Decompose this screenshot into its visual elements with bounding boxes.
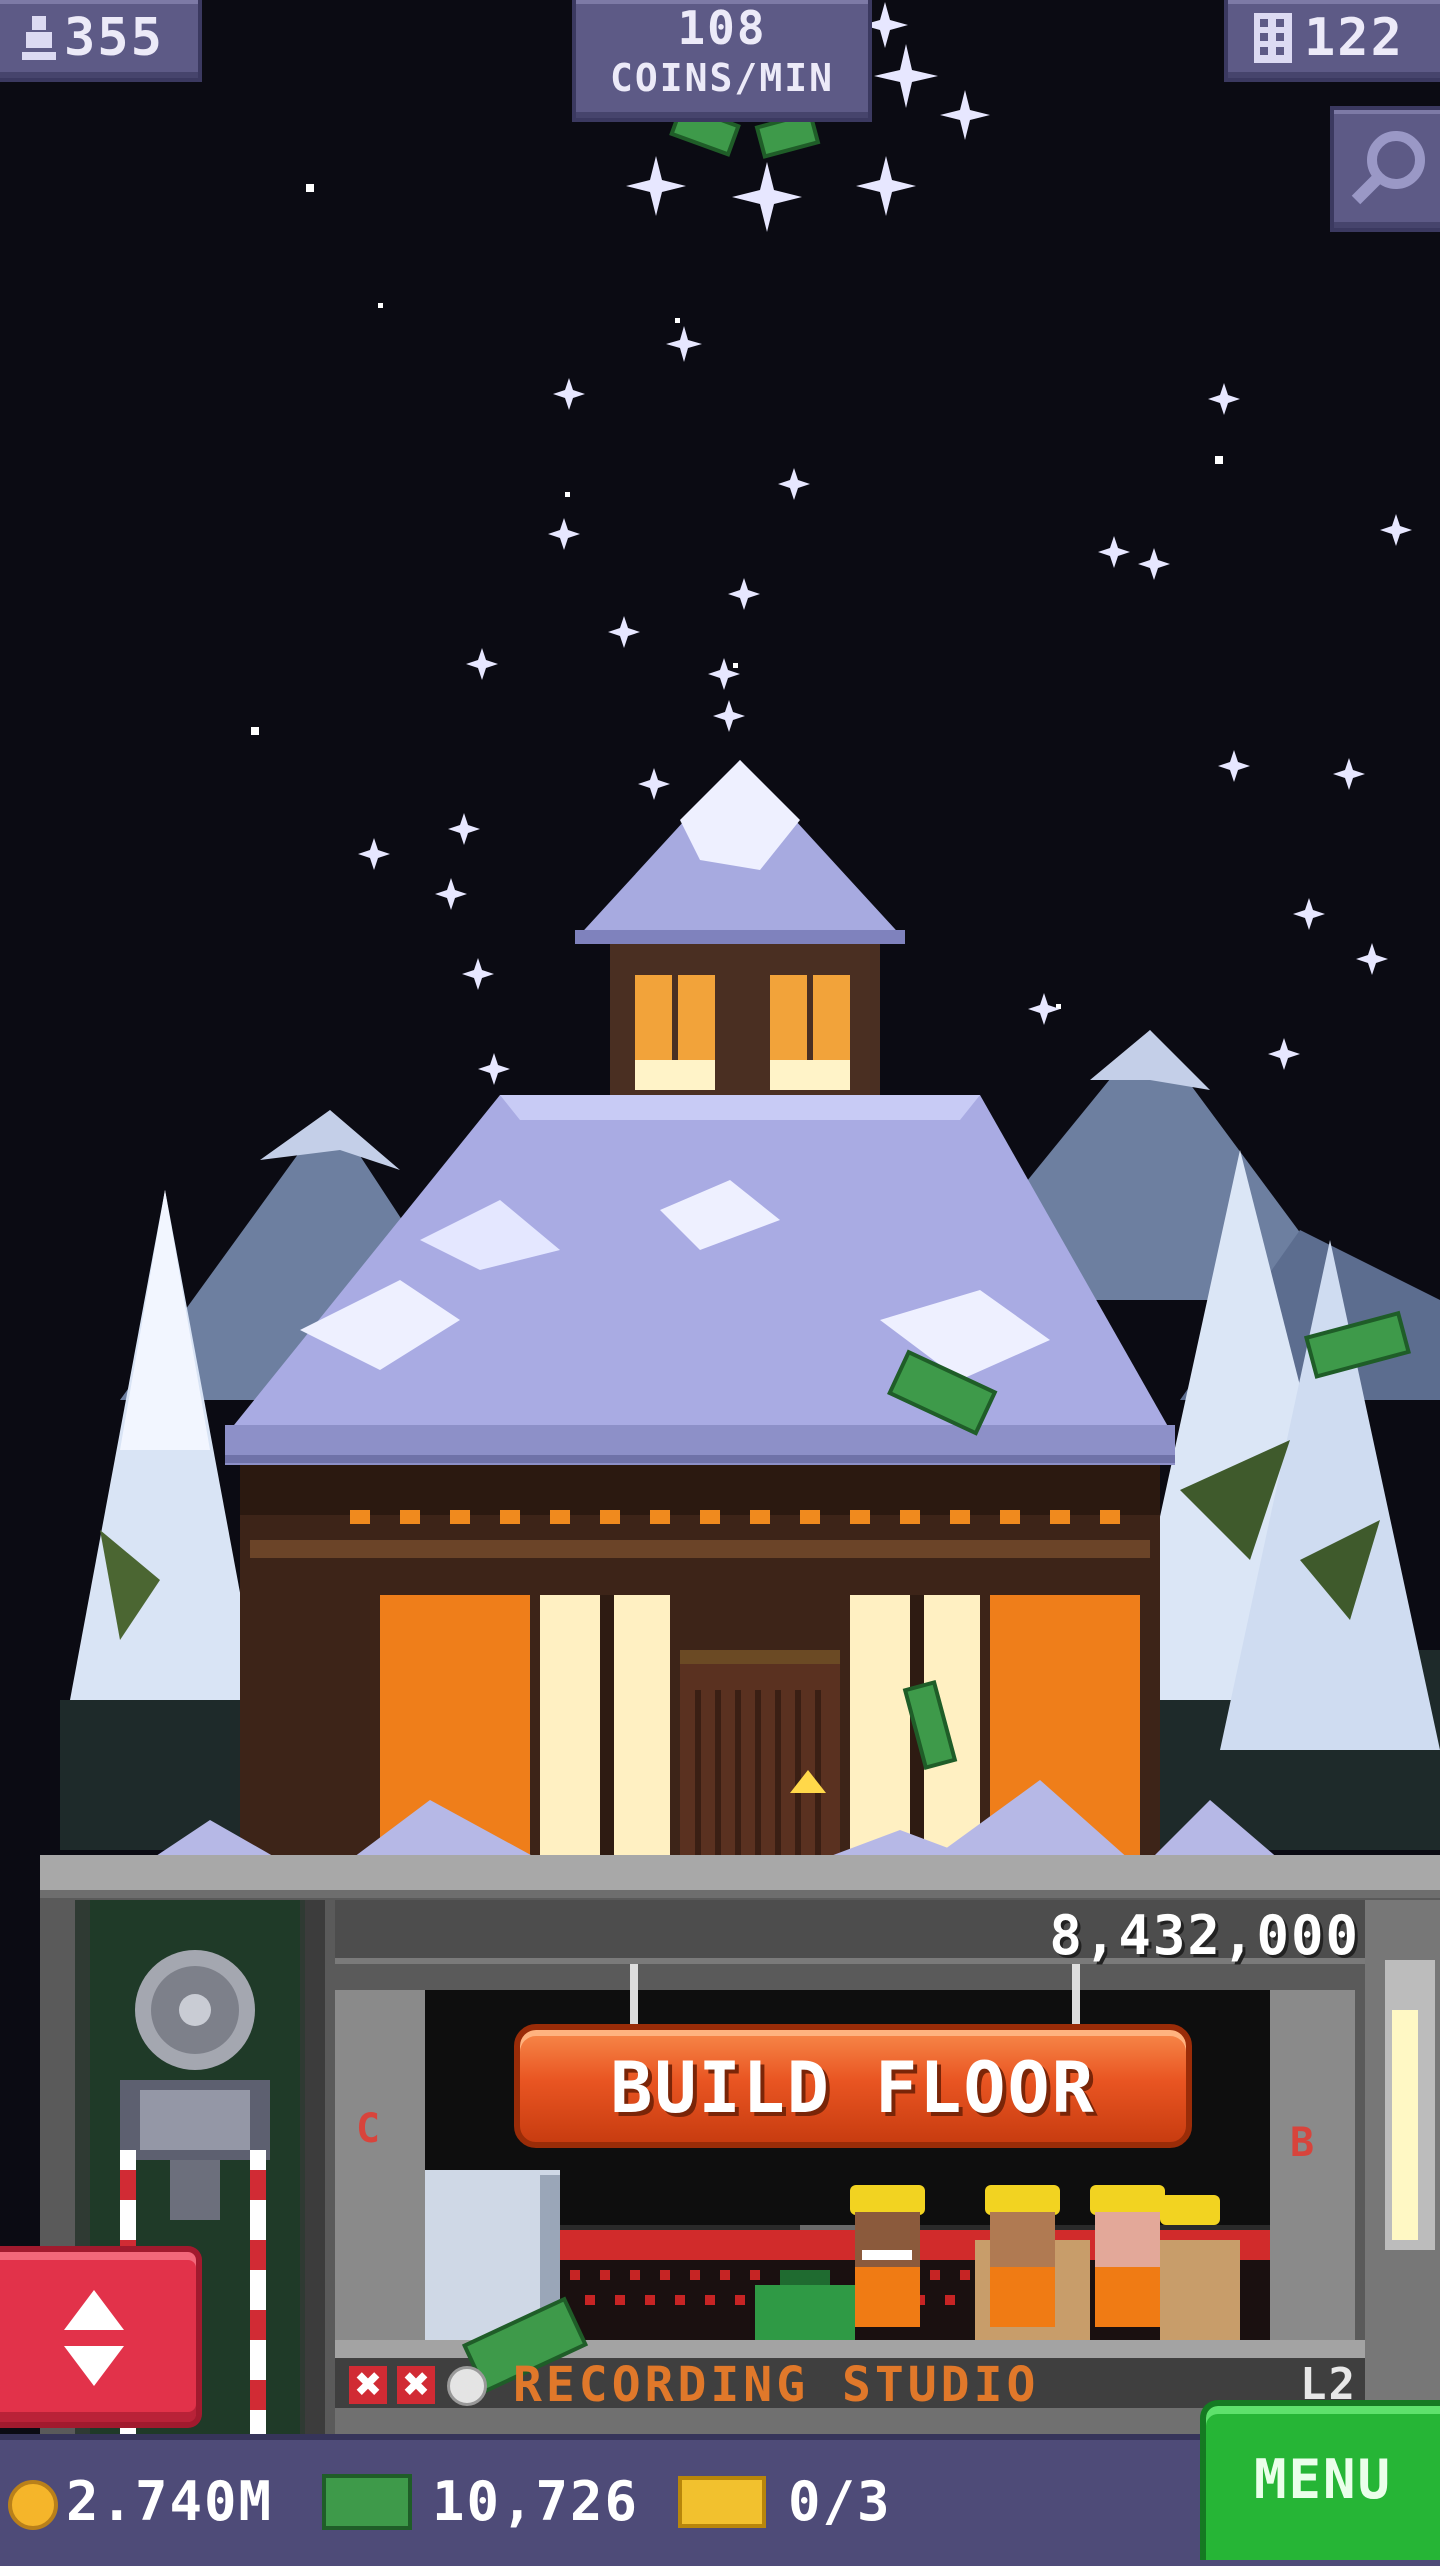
build-sign-hooks [630,1964,638,2024]
zoom-button[interactable] [1330,106,1440,232]
floors-counter[interactable]: 122 [1224,0,1440,82]
build-floor-label: BUILD FLOOR [610,2047,1096,2129]
clock-icon [447,2366,487,2406]
x-icon: ✖ [397,2366,435,2404]
floor-letter-right: B [1290,2120,1317,2166]
person-icon [22,16,56,60]
floor-cost: 8,432,000 [1049,1904,1360,1967]
tickets-value: 0/3 [788,2470,892,2533]
menu-label: MENU [1253,2448,1393,2511]
coins-value: 2.740M [66,2470,274,2533]
bux-icon [322,2474,412,2530]
magnifier-icon [1351,131,1425,205]
elevator-button[interactable] [0,2246,202,2428]
population-value: 355 [64,8,164,68]
x-icon: ✖ [349,2366,387,2404]
floors-value: 122 [1304,8,1404,68]
game-scene [0,0,1440,2560]
build-floor-button[interactable]: BUILD FLOOR [514,2024,1192,2148]
building-icon [1254,13,1292,63]
floor-letter-left: C [356,2106,383,2152]
bux-value: 10,726 [432,2470,640,2533]
floor-name: RECORDING STUDIO [513,2357,1040,2413]
coins-rate-label: COINS/MIN [610,56,834,100]
build-sign-hooks [1072,1964,1080,2024]
coins-rate-value: 108 [677,1,767,55]
coin-icon [8,2480,58,2530]
coins-per-minute-box: 108 COINS/MIN [572,0,872,122]
elevator-arrows-icon [64,2290,124,2386]
ticket-icon [678,2476,766,2528]
menu-button[interactable]: MENU [1200,2400,1440,2560]
population-counter[interactable]: 355 [0,0,202,82]
